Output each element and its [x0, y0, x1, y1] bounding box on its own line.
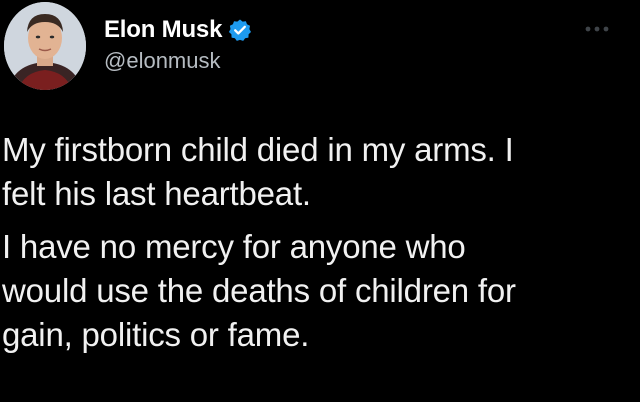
tweet-text: My firstborn child died in my arms. I fe…	[2, 128, 632, 357]
author-avatar[interactable]	[4, 2, 86, 90]
author-display-name[interactable]: Elon Musk	[104, 16, 222, 44]
more-dots-icon[interactable]	[582, 22, 612, 36]
tweet-card: Elon Musk @elonmusk My firstborn child d…	[0, 0, 640, 402]
verified-badge-icon	[228, 18, 252, 42]
tweet-paragraph: My firstborn child died in my arms. I fe…	[2, 131, 514, 212]
author-handle[interactable]: @elonmusk	[104, 48, 252, 74]
tweet-header: Elon Musk @elonmusk	[104, 15, 252, 74]
tweet-paragraph: I have no mercy for anyone who would use…	[2, 228, 516, 353]
avatar-image	[4, 2, 86, 90]
name-row: Elon Musk	[104, 15, 252, 45]
